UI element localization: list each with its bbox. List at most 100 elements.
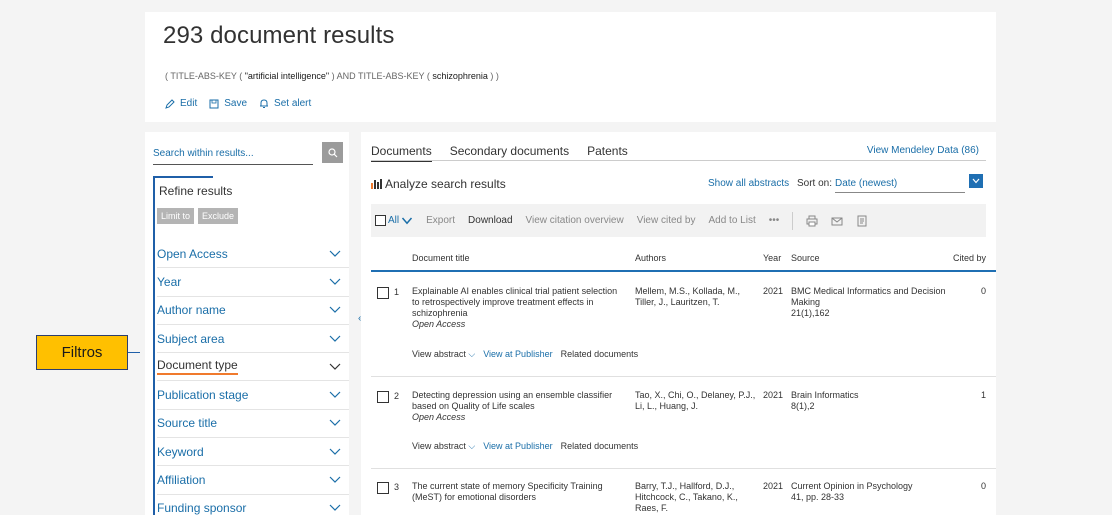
row-number: 1 bbox=[394, 287, 400, 297]
search-within-input[interactable]: Search within results... bbox=[153, 148, 313, 165]
view-abstract-button[interactable]: View abstract ⌵ bbox=[412, 441, 475, 452]
authors-link[interactable]: Barry, T.J., Hallford, D.J., Hitchcock, … bbox=[635, 481, 760, 514]
analyze-results-link[interactable]: Analyze search results bbox=[371, 177, 506, 191]
year: 2021 bbox=[763, 390, 784, 400]
document-title: Detecting depression using an ensemble c… bbox=[412, 390, 613, 411]
chevron-down-icon bbox=[329, 476, 341, 483]
column-cited-by[interactable]: Cited by bbox=[953, 253, 986, 263]
view-citation-overview-button[interactable]: View citation overview bbox=[526, 215, 624, 226]
add-to-list-button[interactable]: Add to List bbox=[708, 215, 755, 226]
save-icon bbox=[209, 99, 219, 108]
more-options-button[interactable]: ••• bbox=[769, 215, 780, 226]
filter-keyword[interactable]: Keyword bbox=[157, 438, 349, 467]
save-button[interactable]: Save bbox=[209, 98, 247, 109]
cited-by-count[interactable]: 0 bbox=[981, 481, 986, 491]
chevron-down-icon: ⌵ bbox=[468, 441, 476, 451]
edit-button[interactable]: Edit bbox=[165, 98, 197, 109]
row-divider bbox=[371, 376, 996, 377]
document-title-link[interactable]: The current state of memory Specificity … bbox=[412, 481, 627, 503]
filter-label: Publication stage bbox=[157, 388, 249, 403]
view-at-publisher-link[interactable]: View at Publisher bbox=[483, 349, 552, 360]
filter-open-access[interactable]: Open Access bbox=[157, 240, 349, 269]
related-documents-link[interactable]: Related documents bbox=[561, 441, 639, 452]
view-abstract-button[interactable]: View abstract ⌵ bbox=[412, 349, 475, 360]
related-documents-link[interactable]: Related documents bbox=[561, 349, 639, 360]
limit-buttons: Limit to Exclude bbox=[157, 208, 239, 224]
column-source[interactable]: Source bbox=[791, 253, 820, 263]
filter-publication-stage[interactable]: Publication stage bbox=[157, 381, 349, 410]
source-title-link[interactable]: Current Opinion in Psychology bbox=[791, 481, 913, 491]
chevron-down-icon bbox=[402, 217, 413, 224]
filter-label: Open Access bbox=[157, 246, 228, 261]
select-all[interactable]: All bbox=[375, 215, 413, 227]
filter-source-title[interactable]: Source title bbox=[157, 410, 349, 439]
row-checkbox[interactable] bbox=[377, 482, 389, 494]
chevron-down-icon: ⌵ bbox=[468, 349, 476, 359]
limit-to-button[interactable]: Limit to bbox=[157, 208, 195, 224]
exclude-button[interactable]: Exclude bbox=[198, 208, 239, 224]
print-icon[interactable] bbox=[806, 215, 818, 227]
filter-document-type[interactable]: Document type bbox=[157, 353, 349, 382]
sort-select[interactable]: Date (newest) bbox=[835, 178, 965, 193]
filter-subject-area[interactable]: Subject area bbox=[157, 325, 349, 354]
filter-label: Funding sponsor bbox=[157, 501, 247, 515]
document-title: Explainable AI enables clinical trial pa… bbox=[412, 286, 618, 318]
chevron-down-icon bbox=[329, 363, 341, 370]
cited-by-count[interactable]: 1 bbox=[981, 390, 986, 400]
year: 2021 bbox=[763, 286, 784, 296]
open-access-label: Open Access bbox=[412, 412, 466, 422]
sort-dropdown-button[interactable] bbox=[969, 174, 983, 188]
source: Current Opinion in Psychology 41, pp. 28… bbox=[791, 481, 961, 503]
filters-annotation: Filtros bbox=[36, 335, 128, 370]
row-links: View abstract ⌵ View at Publisher Relate… bbox=[412, 349, 638, 360]
pencil-icon bbox=[165, 98, 175, 109]
filter-author-name[interactable]: Author name bbox=[157, 297, 349, 325]
row-checkbox[interactable] bbox=[377, 391, 389, 403]
source-detail: 41, pp. 28-33 bbox=[791, 492, 845, 502]
bibliography-icon[interactable] bbox=[856, 215, 868, 227]
filter-label: Subject area bbox=[157, 331, 225, 346]
mendeley-link[interactable]: View Mendeley Data (86) bbox=[867, 145, 979, 156]
email-icon[interactable] bbox=[831, 215, 843, 227]
search-query: ( TITLE-ABS-KEY ( "artificial intelligen… bbox=[165, 71, 499, 81]
export-button[interactable]: Export bbox=[426, 215, 455, 226]
set-alert-button[interactable]: Set alert bbox=[259, 98, 311, 109]
authors-link[interactable]: Tao, X., Chi, O., Delaney, P.J., Li, L.,… bbox=[635, 390, 760, 412]
open-access-label: Open Access bbox=[412, 319, 466, 329]
source-title-link[interactable]: BMC Medical Informatics and Decision Mak… bbox=[791, 286, 946, 307]
download-button[interactable]: Download bbox=[468, 215, 512, 226]
source-detail: 8(1),2 bbox=[791, 401, 815, 411]
search-button[interactable] bbox=[322, 142, 343, 163]
sort-label: Sort on: bbox=[797, 178, 833, 189]
column-authors[interactable]: Authors bbox=[635, 253, 666, 263]
filter-year[interactable]: Year bbox=[157, 268, 349, 297]
authors-link[interactable]: Mellem, M.S., Kollada, M., Tiller, J., L… bbox=[635, 286, 760, 308]
year: 2021 bbox=[763, 481, 784, 491]
source-title-link[interactable]: Brain Informatics bbox=[791, 390, 859, 400]
select-all-checkbox[interactable] bbox=[375, 215, 386, 226]
refine-sidebar: Search within results... Refine results … bbox=[145, 132, 349, 515]
column-year[interactable]: Year bbox=[763, 253, 781, 263]
document-title-link[interactable]: Explainable AI enables clinical trial pa… bbox=[412, 286, 627, 330]
chevron-down-icon bbox=[329, 335, 341, 342]
results-header: 293 document results ( TITLE-ABS-KEY ( "… bbox=[145, 12, 996, 122]
show-all-abstracts-link[interactable]: Show all abstracts bbox=[708, 178, 789, 189]
tabs-divider bbox=[371, 160, 986, 161]
table-header-divider bbox=[371, 270, 996, 272]
analyze-label: Analyze search results bbox=[385, 177, 506, 191]
cited-by-count[interactable]: 0 bbox=[981, 286, 986, 296]
filter-affiliation[interactable]: Affiliation bbox=[157, 466, 349, 495]
view-cited-by-button[interactable]: View cited by bbox=[637, 215, 696, 226]
filter-label: Source title bbox=[157, 416, 218, 431]
row-checkbox[interactable] bbox=[377, 287, 389, 299]
column-document-title[interactable]: Document title bbox=[412, 253, 470, 263]
view-at-publisher-link[interactable]: View at Publisher bbox=[483, 441, 552, 452]
row-number: 3 bbox=[394, 482, 400, 492]
filter-funding-sponsor[interactable]: Funding sponsor bbox=[157, 495, 349, 515]
row-divider bbox=[371, 468, 996, 469]
bar-chart-icon bbox=[371, 179, 382, 189]
save-label: Save bbox=[224, 98, 248, 109]
results-title: 293 document results bbox=[163, 22, 395, 49]
toolbar-divider bbox=[792, 211, 794, 230]
document-title-link[interactable]: Detecting depression using an ensemble c… bbox=[412, 390, 627, 423]
